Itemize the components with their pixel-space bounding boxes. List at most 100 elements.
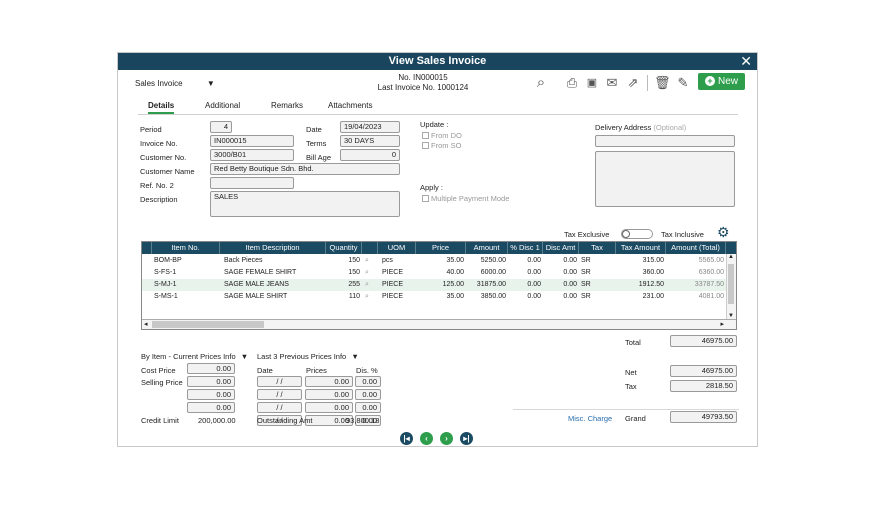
bill-age-field[interactable]: 0	[340, 149, 400, 161]
next-record-icon[interactable]: ›	[440, 432, 453, 445]
col-uom[interactable]: UOM	[378, 242, 416, 254]
table-row[interactable]: S-MS-1 SAGE MALE SHIRT 110 ⌕ PIECE 35.00…	[142, 291, 726, 303]
from-do-checkbox[interactable]: From DO	[422, 131, 462, 140]
selling-price-label: Selling Price	[141, 378, 183, 387]
col-amount-total[interactable]: Amount (Total)	[666, 242, 726, 254]
cell-tax: SR	[581, 269, 591, 276]
last-record-icon[interactable]: ▸|	[460, 432, 473, 445]
cell-description: Back Pieces	[224, 257, 263, 264]
delete-icon[interactable]: 🗑	[654, 75, 671, 91]
first-record-icon[interactable]: |◂	[400, 432, 413, 445]
print-icon[interactable]: ⎙	[564, 75, 580, 91]
tab-additional[interactable]: Additional	[205, 101, 240, 110]
from-so-checkbox[interactable]: From SO	[422, 141, 461, 150]
col-tax-amount[interactable]: Tax Amount	[616, 242, 666, 254]
terms-field[interactable]: 30 DAYS	[340, 135, 400, 147]
hist-price[interactable]: 0.00	[305, 376, 353, 387]
price-field[interactable]: 0.00	[187, 389, 235, 400]
tab-remarks[interactable]: Remarks	[271, 101, 303, 110]
last3-dropdown[interactable]: Last 3 Previous Prices Info ▼	[257, 352, 359, 361]
search-icon[interactable]: ⌕	[533, 75, 549, 91]
col-item-description[interactable]: Item Description	[220, 242, 326, 254]
misc-charge-link[interactable]: Misc. Charge	[568, 414, 612, 423]
by-item-dropdown[interactable]: By Item - Current Prices Info ▼	[141, 352, 248, 361]
hist-date[interactable]: / /	[257, 389, 302, 400]
col-tax[interactable]: Tax	[579, 242, 616, 254]
customer-name-label: Customer Name	[140, 167, 195, 176]
col-price[interactable]: Price	[416, 242, 466, 254]
cell-quantity: 110	[348, 293, 360, 300]
delivery-address-line[interactable]	[595, 135, 735, 147]
hist-date[interactable]: / /	[257, 402, 302, 413]
from-so-label: From SO	[431, 141, 462, 150]
cell-amount: 3850.00	[480, 293, 506, 300]
credit-limit-value: 200,000.00	[198, 416, 236, 425]
invoice-no-field[interactable]: IN000015	[210, 135, 294, 147]
col-disc-amt[interactable]: Disc Amt	[543, 242, 579, 254]
table-row[interactable]: S-FS-1 SAGE FEMALE SHIRT 150 ⌕ PIECE 40.…	[142, 267, 726, 279]
scroll-left-icon[interactable]: ◂	[144, 320, 148, 329]
hist-price[interactable]: 0.00	[305, 402, 353, 413]
tax-inclusive-label: Tax Inclusive	[661, 230, 704, 239]
totals-divider	[513, 409, 739, 410]
price-field[interactable]: 0.00	[187, 402, 235, 413]
cell-disc1: 0.00	[527, 293, 541, 300]
col-quantity[interactable]: Quantity	[326, 242, 362, 254]
last3-label: Last 3 Previous Prices Info	[257, 352, 347, 361]
edit-icon[interactable]: ✎	[675, 75, 691, 91]
table-row[interactable]: BOM-BP Back Pieces 150 ⌕ pcs 35.00 5250.…	[142, 255, 726, 267]
previous-record-icon[interactable]: ‹	[420, 432, 433, 445]
search-icon[interactable]: ⌕	[365, 255, 369, 267]
ref-no-field[interactable]	[210, 177, 294, 189]
customer-no-field[interactable]: 3000/B01	[210, 149, 294, 161]
scroll-up-icon[interactable]: ▲	[728, 254, 734, 260]
hist-dis[interactable]: 0.00	[355, 389, 381, 400]
cell-price: 35.00	[446, 293, 464, 300]
cell-quantity: 150	[348, 269, 360, 276]
hist-price[interactable]: 0.00	[305, 389, 353, 400]
date-field[interactable]: 19/04/2023	[340, 121, 400, 133]
tab-attachments[interactable]: Attachments	[328, 101, 372, 110]
cell-disc-amt: 0.00	[563, 281, 577, 288]
col-item-no[interactable]: Item No.	[152, 242, 220, 254]
delivery-address-box[interactable]	[595, 151, 735, 207]
scroll-right-icon[interactable]: ▸	[720, 320, 724, 329]
vertical-scroll-thumb[interactable]	[728, 264, 734, 304]
cell-uom: PIECE	[382, 293, 404, 300]
toolbar-divider	[647, 75, 648, 91]
cell-amount-total: 6360.00	[698, 269, 724, 276]
col-disc1[interactable]: % Disc 1	[508, 242, 543, 254]
settings-gear-icon[interactable]: ⚙	[717, 225, 730, 239]
cell-quantity: 255	[348, 281, 360, 288]
selling-price-field[interactable]: 0.00	[187, 376, 235, 387]
preview-icon[interactable]: ▣	[584, 75, 600, 91]
tab-details[interactable]: Details	[148, 101, 175, 114]
hist-dis[interactable]: 0.00	[355, 376, 381, 387]
period-field[interactable]: 4	[210, 121, 232, 133]
vertical-scrollbar[interactable]: ▲ ▼	[726, 254, 736, 319]
chevron-down-icon: ▼	[240, 352, 249, 361]
doc-type-select[interactable]: Sales Invoice ▼	[135, 79, 215, 88]
search-icon[interactable]: ⌕	[365, 291, 369, 303]
new-button[interactable]: + New	[698, 73, 745, 90]
close-icon[interactable]: ✕	[740, 53, 752, 70]
hist-dis[interactable]: 0.00	[355, 402, 381, 413]
search-icon[interactable]: ⌕	[365, 267, 369, 279]
customer-name-field[interactable]: Red Betty Boutique Sdn. Bhd.	[210, 163, 400, 175]
search-icon[interactable]: ⌕	[365, 279, 369, 291]
grand-field: 49793.50	[670, 411, 737, 423]
cell-uom: pcs	[382, 257, 393, 264]
cell-amount-total: 5565.00	[698, 257, 724, 264]
description-field[interactable]: SALES	[210, 191, 400, 217]
multiple-payment-checkbox[interactable]: Multiple Payment Mode	[422, 194, 509, 203]
hist-date[interactable]: / /	[257, 376, 302, 387]
tax-toggle[interactable]	[621, 229, 653, 239]
share-icon[interactable]: ⇗	[625, 75, 641, 91]
horizontal-scrollbar[interactable]: ◂ ▸	[142, 319, 736, 329]
grid-header: Item No. Item Description Quantity UOM P…	[142, 242, 736, 254]
col-amount[interactable]: Amount	[466, 242, 508, 254]
horizontal-scroll-thumb[interactable]	[152, 321, 264, 328]
cost-price-field[interactable]: 0.00	[187, 363, 235, 374]
email-icon[interactable]: ✉	[604, 75, 620, 91]
table-row[interactable]: S-MJ-1 SAGE MALE JEANS 255 ⌕ PIECE 125.0…	[142, 279, 726, 291]
